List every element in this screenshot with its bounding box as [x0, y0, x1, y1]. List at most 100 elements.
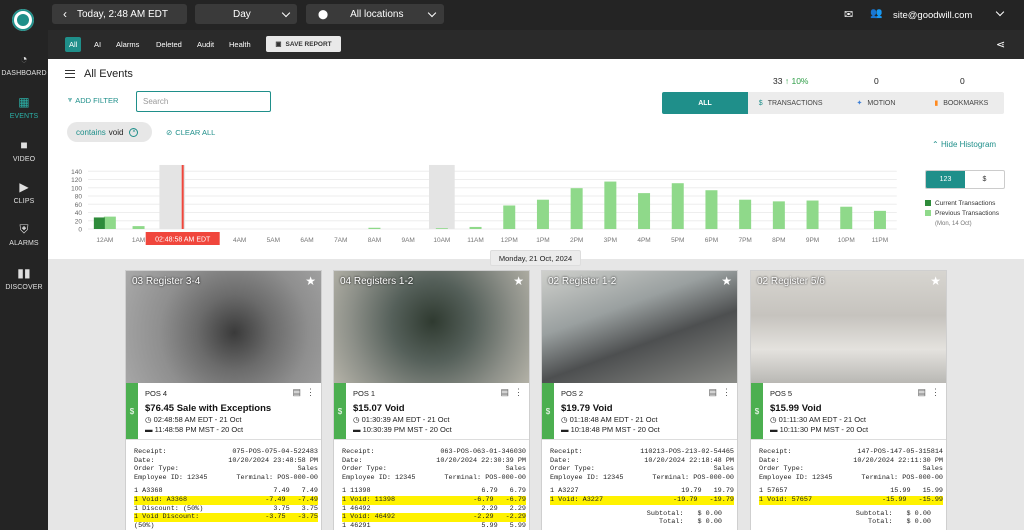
camera-thumbnail[interactable]: 02 Register 1-2 ★ — [542, 271, 737, 383]
item-price: -3.75 — [265, 513, 286, 522]
item-price: -6.79 — [473, 495, 494, 504]
menu-icon[interactable] — [65, 70, 75, 78]
item-desc: 1 Void Discount: — [134, 513, 200, 522]
event-card[interactable]: 02 Register 1-2 ★ $ POS 2 ▤ ⋮ $19.79 Voi… — [541, 270, 738, 530]
clock-icon: ◷ — [561, 415, 568, 424]
camera-thumbnail[interactable]: 04 Registers 1-2 ★ — [334, 271, 529, 383]
receipt-icon[interactable]: ▤ — [500, 387, 509, 397]
star-icon[interactable]: ★ — [305, 274, 316, 288]
add-filter-button[interactable]: ⩔ ADD FILTER — [68, 95, 118, 105]
event-info: $ POS 1 ▤ ⋮ $15.07 Void ◷ 01:30:39 AM ED… — [334, 383, 529, 439]
event-info: $ POS 2 ▤ ⋮ $19.79 Void ◷ 01:18:48 AM ED… — [542, 383, 737, 439]
receipt-value: Terminal: POS-000-00 — [652, 473, 734, 482]
receipt-icon[interactable]: ▤ — [292, 387, 301, 397]
mail-icon[interactable]: ✉ — [844, 8, 853, 21]
tab-audit[interactable]: Audit — [193, 37, 218, 52]
close-icon[interactable]: × — [129, 127, 139, 137]
x-tick-label: 7AM — [334, 237, 347, 244]
sidebar-item-clips[interactable]: ▶ CLIPS — [0, 180, 48, 205]
camera-thumbnail[interactable]: 03 Register 3-4 ★ — [126, 271, 321, 383]
segment-transactions[interactable]: $ TRANSACTIONS — [748, 92, 833, 114]
app-logo[interactable] — [12, 9, 34, 31]
arrow-up-icon: ↑ — [784, 76, 790, 86]
receipt-label: Receipt: — [342, 448, 375, 456]
tab-ai[interactable]: AI — [90, 37, 105, 52]
receipt-header-line: Date: 10/20/2024 22:11:30 PM — [759, 457, 943, 466]
receipt-item-line: 1 11398 6.79 6.79 — [342, 487, 526, 496]
item-price: 5.99 — [481, 521, 498, 530]
segment-all[interactable]: ALL — [662, 92, 748, 114]
star-icon[interactable]: ★ — [721, 274, 732, 288]
item-desc: 1 57657 — [759, 487, 788, 496]
x-tick-label: 8AM — [368, 237, 381, 244]
item-desc: 1 Void: A3368 — [134, 495, 188, 504]
x-tick-label: 4AM — [233, 237, 246, 244]
camera-icon: ■ — [20, 138, 28, 152]
count-mode-button[interactable]: 123 — [926, 171, 965, 188]
clear-all-button[interactable]: ⊘ CLEAR ALL — [166, 128, 215, 137]
receipt-item-line: 1 Void Discount: -3.75 -3.75 — [134, 513, 318, 522]
event-card[interactable]: 03 Register 3-4 ★ $ POS 4 ▤ ⋮ $76.45 Sal… — [125, 270, 322, 530]
chevron-left-icon[interactable]: ‹ — [63, 7, 67, 21]
sidebar-item-discover[interactable]: ▮▮ DISCOVER — [0, 266, 48, 291]
tab-health[interactable]: Health — [225, 37, 255, 52]
x-tick-label: 9AM — [401, 237, 414, 244]
segment-motion[interactable]: ✦ MOTION — [833, 92, 918, 114]
event-title: $15.07 Void — [353, 403, 405, 414]
amount-mode-button[interactable]: $ — [965, 171, 1004, 188]
tab-deleted[interactable]: Deleted — [152, 37, 186, 52]
receipt-value: Terminal: POS-000-00 — [444, 473, 526, 482]
star-icon[interactable]: ★ — [513, 274, 524, 288]
tab-alarms[interactable]: Alarms — [112, 37, 143, 52]
share-icon[interactable]: ⋖ — [996, 38, 1005, 51]
receipt-icon[interactable]: ▤ — [917, 387, 926, 397]
more-icon[interactable]: ⋮ — [306, 387, 315, 397]
event-card[interactable]: 02 Register 5/6 ★ $ POS 5 ▤ ⋮ $15.99 Voi… — [750, 270, 947, 530]
tab-all[interactable]: All — [65, 37, 82, 52]
item-total: -3.75 — [297, 513, 318, 522]
date-value: Today, 2:48 AM EDT — [77, 8, 168, 20]
bar-previous — [772, 201, 785, 229]
more-icon[interactable]: ⋮ — [722, 387, 731, 397]
y-tick-label: 120 — [71, 177, 82, 184]
receipt-header-line: Order Type: Sales — [550, 465, 734, 474]
clip-icon: ▶ — [19, 180, 29, 194]
search-input[interactable] — [136, 91, 271, 112]
bar-previous — [806, 200, 819, 229]
time-value: 10:11:30 PM MST - 20 Oct — [779, 425, 869, 434]
store-icon: ▬ — [561, 425, 569, 434]
save-report-button[interactable]: ▣ SAVE REPORT — [266, 36, 341, 52]
sidebar-item-video[interactable]: ■ VIDEO — [0, 138, 48, 163]
filter-chip[interactable]: contains void × — [67, 122, 152, 142]
range-select[interactable]: Day — [195, 4, 297, 24]
save-icon: ▣ — [275, 41, 282, 48]
bar-chart-icon: ▮▮ — [17, 266, 31, 280]
segment-bookmarks[interactable]: ▮ BOOKMARKS — [919, 92, 1004, 114]
user-email[interactable]: site@goodwill.com — [893, 10, 972, 21]
sidebar-item-dashboard[interactable]: ◔ DASHBOARD — [0, 52, 48, 77]
camera-thumbnail[interactable]: 02 Register 5/6 ★ — [751, 271, 946, 383]
chevron-down-icon[interactable] — [995, 7, 1005, 17]
sidebar-item-events[interactable]: ▦ EVENTS — [0, 95, 48, 120]
receipt-icon[interactable]: ▤ — [708, 387, 717, 397]
card-actions: ▤ ⋮ — [500, 387, 523, 398]
camera-name: 04 Registers 1-2 — [340, 276, 414, 287]
transactions-histogram[interactable]: 02040608010012014012AM1AM2AM3AM4AM5AM6AM… — [48, 147, 928, 259]
more-icon[interactable]: ⋮ — [514, 387, 523, 397]
receipt-item-line: 1 46291 5.99 5.99 — [342, 522, 526, 530]
receipt-label: Receipt: — [134, 448, 167, 456]
range-value: Day — [233, 8, 251, 20]
clock-icon: ◷ — [770, 415, 777, 424]
bar-previous — [536, 199, 549, 229]
hide-histogram-button[interactable]: ⌃ Hide Histogram — [932, 140, 996, 149]
location-select[interactable]: ⬤ All locations — [306, 4, 444, 24]
item-price: -15.99 — [882, 495, 907, 504]
sidebar-item-alarms[interactable]: ⛨ ALARMS — [0, 222, 48, 247]
date-picker[interactable]: ‹ Today, 2:48 AM EDT — [52, 4, 187, 24]
more-icon[interactable]: ⋮ — [931, 387, 940, 397]
users-icon[interactable]: 👥 — [870, 8, 882, 19]
receipt-value: 10/20/2024 22:30:39 PM — [436, 456, 526, 465]
clear-icon: ⊘ — [166, 128, 173, 137]
star-icon[interactable]: ★ — [930, 274, 941, 288]
event-card[interactable]: 04 Registers 1-2 ★ $ POS 1 ▤ ⋮ $15.07 Vo… — [333, 270, 530, 530]
